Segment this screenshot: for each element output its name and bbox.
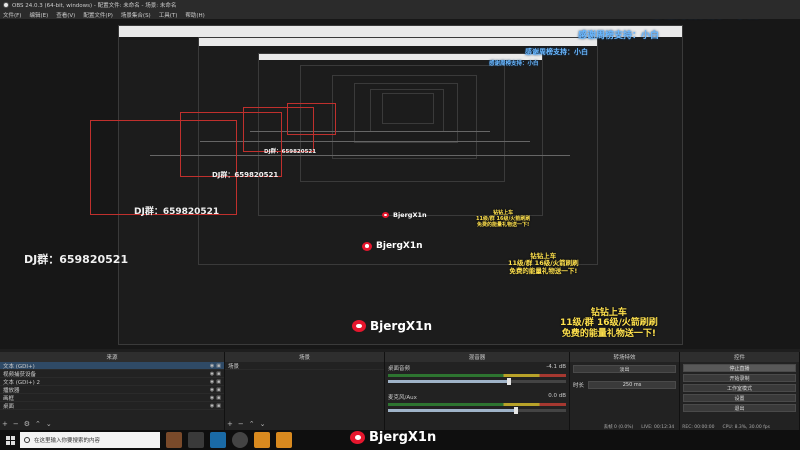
transition-select[interactable]: 淡出 [573, 365, 676, 373]
start-recording-button[interactable]: 开始录制 [683, 374, 796, 382]
cpu-usage: CPU: 8.3%, 30.00 fps [722, 424, 771, 430]
lock-icon[interactable]: ▣ [216, 395, 221, 401]
dj-group-text-3: DJ群：659820521 [212, 171, 279, 179]
menu-help[interactable]: 帮助(H) [185, 11, 204, 19]
title-bar: OBS 24.0.3 (64-bit, windows) - 配置文件: 未命名… [0, 0, 800, 10]
menu-scene-collection[interactable]: 场景集合(S) [121, 11, 151, 19]
dock-area: 文本 (GDI+) ◉ ▣ 视频捕获设备 ◉ ▣ 文本 (GDI+) 2 ◉ ▣ 播放… [0, 362, 800, 430]
dj-group-text-4: DJ群：659820521 [264, 149, 317, 155]
taskbar-app-monitor-icon[interactable] [188, 432, 204, 448]
eye-icon[interactable]: ◉ [210, 371, 214, 377]
taskbar-app-check-icon[interactable] [210, 432, 226, 448]
fader-fill [388, 409, 517, 412]
thanks-text-4: 感谢周榜支持：小白 [489, 61, 539, 67]
eye-icon[interactable]: ◉ [210, 379, 214, 385]
weibo-icon [382, 212, 389, 218]
fader-knob[interactable] [507, 378, 512, 385]
volume-meter [388, 374, 566, 377]
exit-button[interactable]: 退出 [683, 404, 796, 412]
taskbar-app-obs-icon[interactable] [232, 432, 248, 448]
windows-logo-icon [5, 435, 15, 445]
red-frame-4 [287, 103, 336, 135]
menu-profile[interactable]: 配置文件(P) [83, 11, 113, 19]
source-item[interactable]: 播放器 ◉ ▣ [0, 386, 224, 394]
source-item[interactable]: 文本 (GDI+) 2 ◉ ▣ [0, 378, 224, 386]
lock-icon[interactable]: ▣ [216, 379, 221, 385]
source-item[interactable]: 画框 ◉ ▣ [0, 394, 224, 402]
eye-icon[interactable]: ◉ [210, 387, 214, 393]
dj-group-text-1: DJ群：659820521 [24, 253, 129, 266]
start-button[interactable] [0, 430, 20, 450]
obs-logo-icon [3, 2, 9, 8]
volume-fader[interactable] [388, 407, 566, 414]
menu-edit[interactable]: 编辑(E) [29, 11, 48, 19]
sources-dock: 文本 (GDI+) ◉ ▣ 视频捕获设备 ◉ ▣ 文本 (GDI+) 2 ◉ ▣ 播放… [0, 362, 225, 430]
mixer-channel-desktop: 桌面音频 -4.1 dB [385, 362, 569, 385]
rec-timer: REC: 00:00:00 [682, 424, 715, 430]
menu-file[interactable]: 文件(F) [3, 11, 21, 19]
taskbar-app-game-icon[interactable] [166, 432, 182, 448]
duration-label: 时长 [573, 383, 585, 389]
stop-streaming-button[interactable]: 停止直播 [683, 364, 796, 372]
weibo-icon [350, 431, 365, 444]
transitions-dock-title: 转场特效 [570, 352, 680, 362]
volume-meter [388, 403, 566, 406]
scenes-dock: 场景 + − ⌃ ⌄ [225, 362, 385, 430]
thanks-text-1: 感谢周榜支持：小白 [651, 19, 759, 21]
thanks-text-2: 感谢周榜支持：小白 [578, 31, 660, 41]
menu-view[interactable]: 查看(V) [56, 11, 75, 19]
lock-icon[interactable]: ▣ [216, 363, 221, 369]
mixer-dock-title: 混音器 [385, 352, 570, 362]
vote-text-3: 钻钻上车 11级/群 16级/火箭刷刷 免费的能量礼物送一下! [476, 210, 531, 228]
weibo-handle-2: BjergX1n [362, 241, 423, 251]
sources-dock-title: 来源 [0, 352, 225, 362]
vote-text-1: 钻钻上车 11级/群 16级/火箭刷刷 免费的能量礼物送一下! [560, 308, 658, 339]
live-timer: LIVE: 00:12:34 [641, 424, 675, 430]
dj-group-text-2: DJ群：659820521 [134, 207, 220, 217]
menu-bar: 文件(F) 编辑(E) 查看(V) 配置文件(P) 场景集合(S) 工具(T) … [0, 10, 800, 19]
controls-dock: 停止直播 开始录制 工作室模式 设置 退出 [680, 362, 800, 430]
mixer-dock: 桌面音频 -4.1 dB 麦克风/Aux 0.0 dB [385, 362, 570, 430]
lock-icon[interactable]: ▣ [216, 387, 221, 393]
thanks-text-3: 感谢周榜支持：小白 [525, 48, 588, 56]
studio-mode-button[interactable]: 工作室模式 [683, 384, 796, 392]
weibo-handle-3: BjergX1n [382, 211, 427, 219]
recursive-preview-8 [382, 93, 434, 124]
weibo-icon [352, 320, 366, 332]
source-item[interactable]: 桌面 ◉ ▣ [0, 402, 224, 410]
menu-tools[interactable]: 工具(T) [159, 11, 178, 19]
transitions-dock: 淡出 时长 250 ms [570, 362, 680, 430]
weibo-handle-main: BjergX1n [350, 430, 436, 445]
scene-item[interactable]: 场景 [225, 362, 384, 370]
lock-icon[interactable]: ▣ [216, 371, 221, 377]
fader-knob[interactable] [514, 407, 519, 414]
controls-dock-title: 控件 [680, 352, 800, 362]
settings-button[interactable]: 设置 [683, 394, 796, 402]
window-title: OBS 24.0.3 (64-bit, windows) - 配置文件: 未命名… [12, 3, 177, 9]
preview-canvas[interactable]: DJ群：659820521 DJ群：659820521 DJ群：65982052… [0, 19, 800, 349]
vote-text-2: 钻钻上车 11级/群 16级/火箭刷刷 免费的能量礼物送一下! [508, 252, 579, 275]
duration-input[interactable]: 250 ms [588, 381, 676, 389]
search-icon [24, 437, 30, 443]
volume-fader[interactable] [388, 378, 566, 385]
weibo-handle-1: BjergX1n [352, 319, 432, 333]
taskbar-app-player-icon[interactable] [276, 432, 292, 448]
lock-icon[interactable]: ▣ [216, 403, 221, 409]
taskbar-search[interactable]: 在这里输入你要搜索的内容 [20, 432, 160, 448]
weibo-icon [362, 241, 372, 251]
dock-headers: 来源 场景 混音器 转场特效 控件 [0, 352, 800, 362]
eye-icon[interactable]: ◉ [210, 403, 214, 409]
eye-icon[interactable]: ◉ [210, 395, 214, 401]
fader-fill [388, 380, 510, 383]
mixer-channel-mic: 麦克风/Aux 0.0 dB [385, 391, 569, 414]
scenes-dock-title: 场景 [225, 352, 385, 362]
eye-icon[interactable]: ◉ [210, 363, 214, 369]
taskbar-app-folder-icon[interactable] [254, 432, 270, 448]
